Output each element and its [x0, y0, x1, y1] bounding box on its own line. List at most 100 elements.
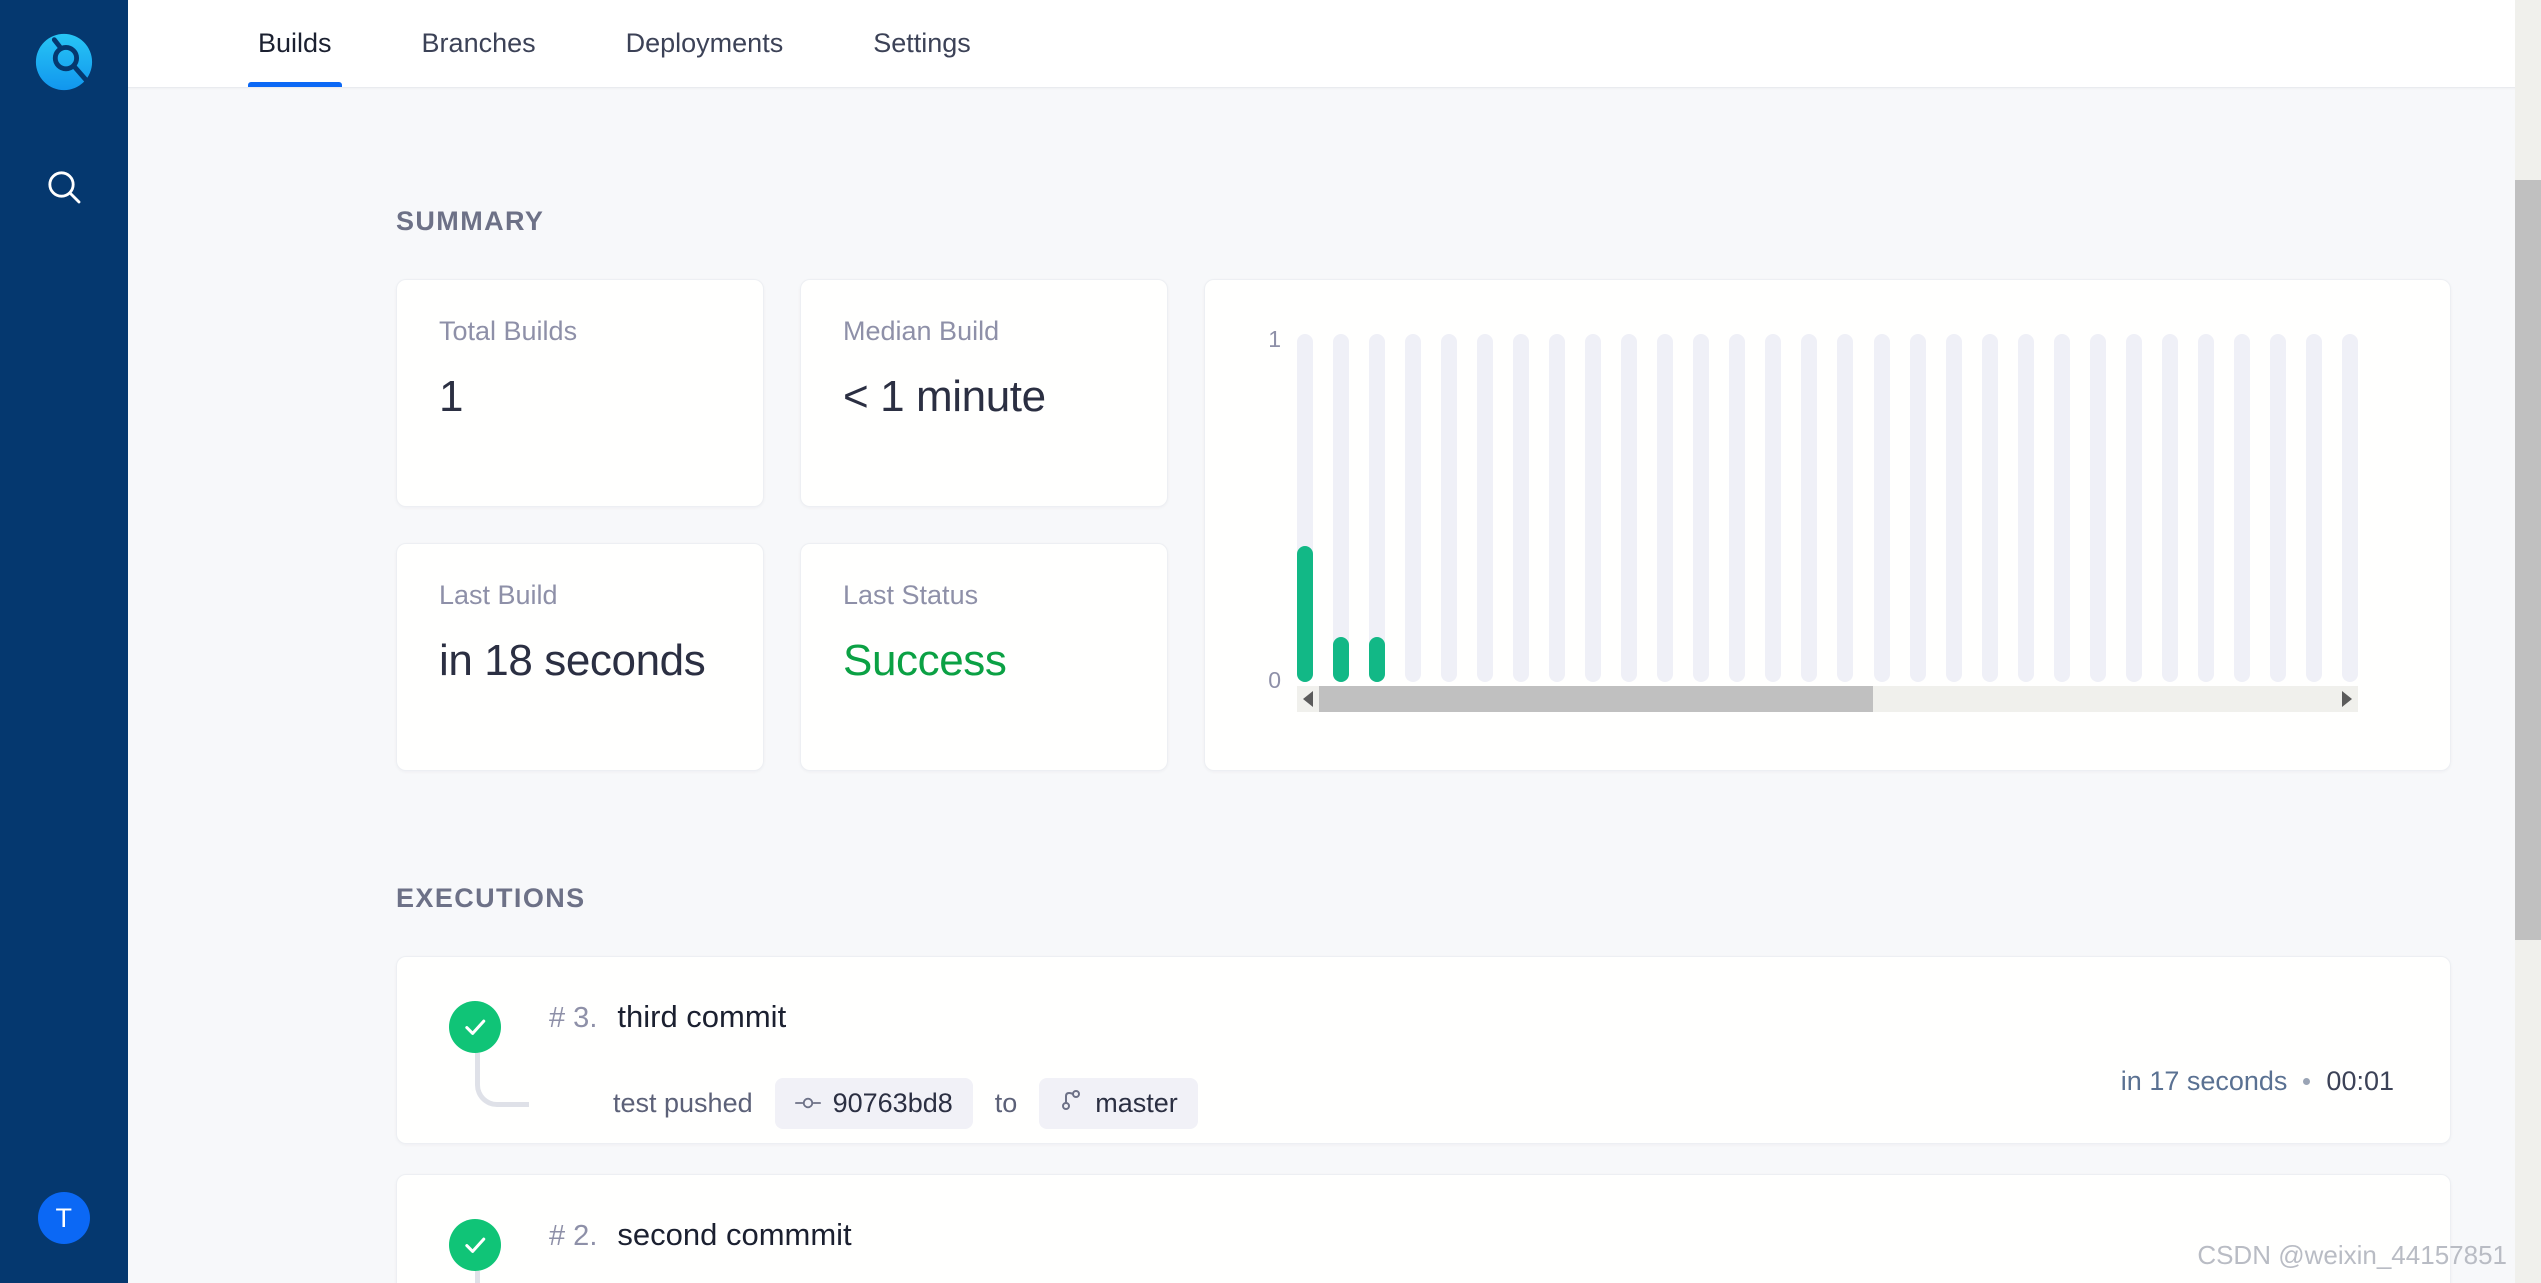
chart-bar-track: [2017, 334, 2034, 682]
chart-bar[interactable]: [2125, 334, 2142, 682]
chart-scroll-thumb[interactable]: [1319, 686, 1874, 712]
chart-bar-fill: [1333, 636, 1350, 682]
chart-bar-track: [1585, 334, 1602, 682]
chart-bar[interactable]: [1549, 334, 1566, 682]
stat-card-total-builds: Total Builds 1: [396, 279, 764, 507]
search-icon[interactable]: [33, 156, 95, 218]
chart-bar[interactable]: [1405, 334, 1422, 682]
chart-bar[interactable]: [1297, 334, 1313, 682]
execution-number: # 3.: [549, 1002, 598, 1034]
chart-bar[interactable]: [2341, 334, 2358, 682]
stat-value-last-build: in 18 seconds: [439, 636, 706, 685]
chart-bar[interactable]: [2161, 334, 2178, 682]
chart-bar-track: [2341, 334, 2358, 682]
tab-settings[interactable]: Settings: [863, 0, 981, 87]
meta-separator-dot: [2303, 1078, 2311, 1085]
chart-bar-track: [2161, 334, 2178, 682]
stat-value-total-builds: 1: [439, 372, 464, 421]
chart-bar[interactable]: [2305, 334, 2322, 682]
chart-bar[interactable]: [1693, 334, 1710, 682]
branch-icon: [1059, 1088, 1083, 1119]
stat-card-last-build: Last Build in 18 seconds: [396, 543, 764, 771]
execution-row-2[interactable]: # 2. second commmit test pushed: [396, 1174, 2451, 1283]
chart-bar[interactable]: [2233, 334, 2250, 682]
drone-ci-app: T Builds Branches Deployments Settings S…: [0, 0, 2541, 1283]
drone-logo-icon[interactable]: [30, 28, 98, 96]
y-axis-tick-min: 0: [1268, 667, 1281, 693]
chart-bar[interactable]: [1729, 334, 1746, 682]
execution-title: third commit: [617, 999, 787, 1034]
execution-duration: 00:01: [2326, 1066, 2394, 1096]
branch-chip[interactable]: master: [1039, 1077, 1198, 1129]
stat-card-last-status: Last Status Success: [800, 543, 1168, 771]
chart-bar-track: [1981, 334, 1998, 682]
chart-bar[interactable]: [1909, 334, 1926, 682]
chart-bar[interactable]: [1333, 334, 1350, 682]
chart-bar-track: [1441, 334, 1458, 682]
execution-time: in 17 seconds: [2120, 1066, 2288, 1096]
execution-row-3[interactable]: # 3. third commit test pushed 90763bd8 t…: [396, 956, 2451, 1144]
chart-bar[interactable]: [1441, 334, 1458, 682]
caret-right-icon[interactable]: [2336, 686, 2358, 712]
page-scroll-thumb[interactable]: [2515, 180, 2541, 940]
y-axis-tick-max: 1: [1268, 326, 1281, 352]
chart-scroll-track[interactable]: [1319, 686, 2336, 712]
chart-bar-fill: [1369, 636, 1386, 682]
chart-bar[interactable]: [1873, 334, 1890, 682]
check-circle-icon: [449, 1001, 501, 1053]
chart-bar-track: [1657, 334, 1674, 682]
stat-cards-grid: Total Builds 1 Median Build < 1 minute L…: [396, 279, 1168, 771]
chart-bar[interactable]: [1801, 334, 1818, 682]
chart-bar[interactable]: [1621, 334, 1638, 682]
chart-bar[interactable]: [1981, 334, 1998, 682]
chart-bar[interactable]: [2017, 334, 2034, 682]
chart-bar-track: [1729, 334, 1746, 682]
stat-cards-row-2: Last Build in 18 seconds Last Status Suc…: [396, 543, 1168, 771]
main-area: Builds Branches Deployments Settings SUM…: [128, 0, 2541, 1283]
chart-bar-track: [2269, 334, 2286, 682]
chart-bar[interactable]: [2089, 334, 2106, 682]
chart-bar[interactable]: [1369, 334, 1386, 682]
chart-bar[interactable]: [2269, 334, 2286, 682]
tab-branches[interactable]: Branches: [412, 0, 546, 87]
chart-bar[interactable]: [1513, 334, 1530, 682]
execution-number: # 2.: [549, 1220, 598, 1252]
chart-bar[interactable]: [1477, 334, 1494, 682]
branch-name: master: [1095, 1087, 1178, 1118]
avatar[interactable]: T: [33, 1187, 95, 1249]
commit-icon: [794, 1088, 821, 1119]
chart-bar[interactable]: [1765, 334, 1782, 682]
chart-bar-track: [2053, 334, 2070, 682]
execution-title-row: # 2. second commmit: [549, 1217, 2394, 1269]
tab-builds-label: Builds: [258, 27, 332, 58]
stat-label-median-build: Median Build: [843, 316, 1000, 346]
execution-meta: in 17 seconds 00:01: [2121, 1066, 2394, 1097]
chart-bar-track: [1765, 334, 1782, 682]
tab-branches-label: Branches: [421, 27, 536, 58]
execution-actor: test pushed: [613, 1087, 753, 1118]
execution-title-row: # 3. third commit: [549, 999, 2394, 1051]
tab-settings-label: Settings: [873, 27, 971, 58]
chart-bar[interactable]: [2197, 334, 2214, 682]
chart-plot: 1 0: [1268, 328, 2358, 692]
chart-bar[interactable]: [1657, 334, 1674, 682]
builds-bar-chart: 1 0: [1204, 279, 2451, 771]
chart-bar[interactable]: [1585, 334, 1602, 682]
chart-bar[interactable]: [1837, 334, 1854, 682]
commit-chip[interactable]: 90763bd8: [774, 1077, 973, 1129]
chart-bar-track: [2089, 334, 2106, 682]
chart-bar[interactable]: [2053, 334, 2070, 682]
page-vertical-scrollbar[interactable]: [2515, 0, 2541, 1283]
chart-horizontal-scrollbar[interactable]: [1297, 686, 2358, 712]
chart-bar[interactable]: [1945, 334, 1962, 682]
chart-bars: [1297, 334, 2358, 682]
tab-builds[interactable]: Builds: [248, 0, 342, 87]
tab-bar: Builds Branches Deployments Settings: [128, 0, 2541, 88]
caret-left-icon[interactable]: [1297, 686, 1319, 712]
chart-bar-track: [1945, 334, 1962, 682]
chart-bar-track: [2233, 334, 2250, 682]
tab-deployments[interactable]: Deployments: [616, 0, 794, 87]
execution-connector: [475, 1271, 529, 1283]
stat-label-last-status: Last Status: [843, 580, 979, 610]
chart-bar-track: [1513, 334, 1530, 682]
